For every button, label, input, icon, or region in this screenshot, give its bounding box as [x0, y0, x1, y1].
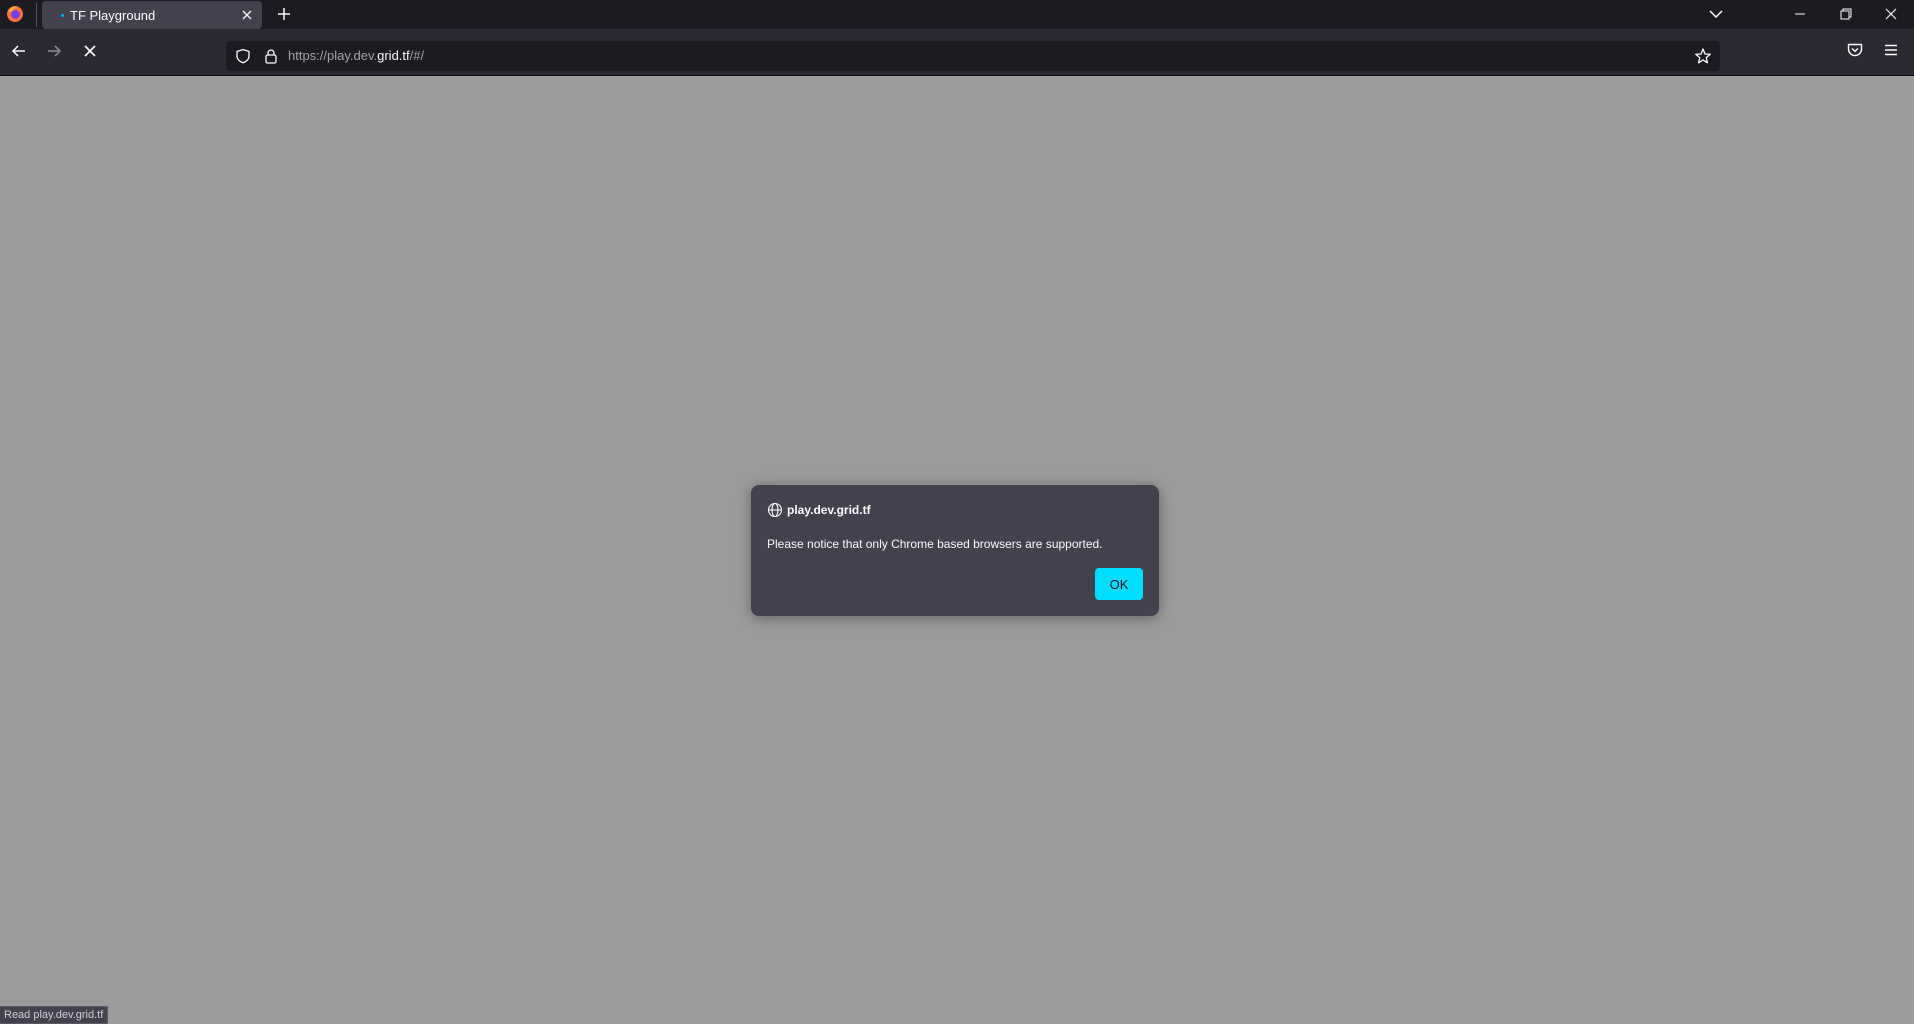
firefox-logo-icon[interactable] [6, 5, 24, 23]
chevron-down-icon[interactable] [1708, 7, 1724, 21]
plus-icon[interactable] [276, 6, 292, 22]
hamburger-menu-icon[interactable] [1882, 41, 1900, 59]
arrow-left-icon[interactable] [9, 41, 29, 61]
url-suffix: /#/ [409, 48, 425, 63]
tab-title: TF Playground [70, 7, 156, 23]
arrow-right-icon[interactable] [44, 41, 64, 61]
tab-loading-indicator [61, 13, 64, 17]
dialog-message: Please notice that only Chrome based bro… [767, 537, 1103, 551]
alert-dialog: play.dev.grid.tf Please notice that only… [751, 485, 1159, 616]
tab-separator [36, 3, 37, 27]
close-icon[interactable] [241, 9, 253, 21]
stop-icon[interactable] [80, 41, 100, 61]
url-text[interactable]: https://play.dev.grid.tf/#/ [288, 48, 424, 63]
star-icon[interactable] [1694, 47, 1712, 65]
lock-icon[interactable] [263, 48, 279, 64]
navigation-toolbar: https://play.dev.grid.tf/#/ [0, 29, 1914, 76]
minimize-icon[interactable] [1792, 6, 1808, 22]
shield-icon[interactable] [235, 48, 251, 64]
pocket-icon[interactable] [1846, 41, 1864, 59]
ok-button[interactable]: OK [1095, 568, 1143, 600]
globe-icon [767, 502, 783, 518]
tab-strip: TF Playground [0, 0, 1914, 29]
tab-tf-playground[interactable]: TF Playground [42, 1, 262, 29]
status-panel: Read play.dev.grid.tf [0, 1006, 109, 1024]
url-bar[interactable]: https://play.dev.grid.tf/#/ [226, 41, 1720, 71]
url-prefix: https://play.dev. [288, 48, 378, 63]
close-icon[interactable] [1883, 6, 1899, 22]
url-domain: grid.tf [377, 48, 410, 63]
dialog-origin: play.dev.grid.tf [787, 503, 871, 517]
restore-icon[interactable] [1838, 6, 1854, 22]
